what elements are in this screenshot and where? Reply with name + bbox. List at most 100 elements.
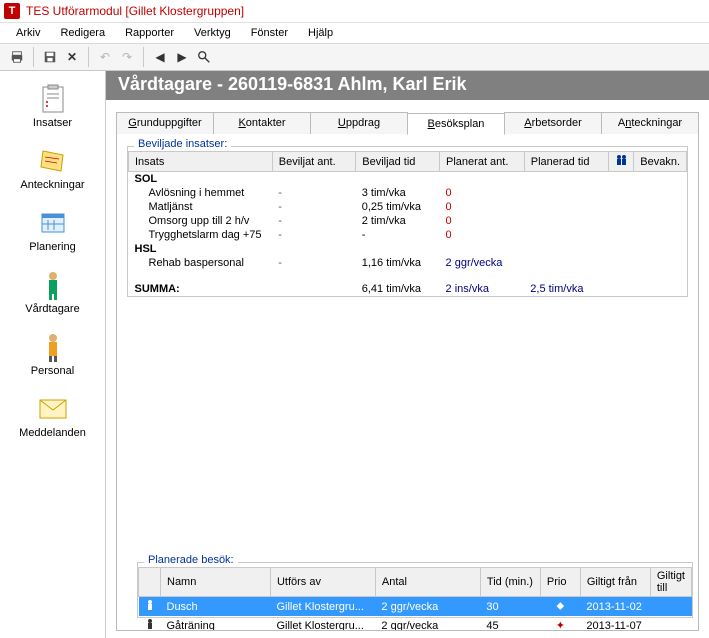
priority-icon: ⬥: [557, 600, 565, 612]
menu-verktyg[interactable]: Verktyg: [184, 25, 241, 41]
col-namn[interactable]: Namn: [161, 568, 271, 597]
cell-bev-ant: -: [272, 228, 355, 242]
person-icon: [139, 616, 161, 631]
sidebar-item-label: Anteckningar: [20, 179, 84, 191]
col-planerad-tid[interactable]: Planerad tid: [524, 152, 608, 172]
sidebar-item-vardtagare[interactable]: Vårdtagare: [0, 263, 105, 325]
window-title: TES Utförarmodul [Gillet Klostergruppen]: [26, 4, 244, 18]
sidebar-item-label: Vårdtagare: [25, 303, 79, 315]
tab-kontakter[interactable]: Kontakter: [213, 112, 311, 134]
envelope-icon: [37, 393, 69, 425]
menu-hjalp[interactable]: Hjälp: [298, 25, 343, 41]
group-header: SOL: [129, 172, 273, 187]
toolbar: ✕ ↶ ↷ ◀ ▶: [0, 43, 709, 71]
summa-plan-tid: 2,5 tim/vka: [524, 282, 608, 296]
cell-antal: 2 ggr/vecka: [375, 597, 480, 617]
print-icon[interactable]: [8, 47, 26, 67]
sidebar-item-label: Planering: [29, 241, 75, 253]
tab-uppdrag[interactable]: Uppdrag: [310, 112, 408, 134]
col-gfran[interactable]: Giltigt från: [580, 568, 650, 597]
menu-redigera[interactable]: Redigera: [50, 25, 115, 41]
sidebar-item-label: Meddelanden: [19, 427, 86, 439]
menu-fonster[interactable]: Fönster: [241, 25, 298, 41]
sidebar-item-meddelanden[interactable]: Meddelanden: [0, 387, 105, 449]
cell-bev-tid: 3 tim/vka: [356, 186, 440, 200]
menu-arkiv[interactable]: Arkiv: [6, 25, 50, 41]
tab-anteckningar[interactable]: Anteckningar: [601, 112, 699, 134]
col-antal[interactable]: Antal: [375, 568, 480, 597]
col-persons-icon[interactable]: [609, 152, 634, 172]
sidebar-item-planering[interactable]: Planering: [0, 201, 105, 263]
save-icon[interactable]: [41, 47, 59, 67]
page-title: Vårdtagare - 260119-6831 Ahlm, Karl Erik: [106, 71, 709, 100]
cell-bev-tid: 2 tim/vka: [356, 214, 440, 228]
tab-arbetsorder[interactable]: Arbetsorder: [504, 112, 602, 134]
note-icon: [37, 145, 69, 177]
cell-insats: Matljänst: [129, 200, 273, 214]
person-icon: [139, 597, 161, 617]
delete-icon[interactable]: ✕: [63, 47, 81, 67]
sidebar-item-personal[interactable]: Personal: [0, 325, 105, 387]
col-beviljat-ant[interactable]: Beviljat ant.: [272, 152, 355, 172]
cell-tid: 45: [480, 616, 540, 631]
cell-bev-ant: -: [272, 186, 355, 200]
cell-insats: Trygghetslarm dag +75: [129, 228, 273, 242]
undo-icon[interactable]: ↶: [96, 47, 114, 67]
cell-utfors: Gillet Klostergru...: [270, 616, 375, 631]
clipboard-icon: [37, 83, 69, 115]
col-utfors[interactable]: Utförs av: [270, 568, 375, 597]
cell-bev-ant: -: [272, 200, 355, 214]
planerade-legend: Planerade besök:: [144, 554, 238, 566]
cell-tid: 30: [480, 597, 540, 617]
cell-insats: Omsorg upp till 2 h/v: [129, 214, 273, 228]
planerade-besok-group: Planerade besök: Namn Utförs av Antal Ti…: [137, 562, 693, 618]
planerade-row[interactable]: GåträningGillet Klostergru...2 ggr/vecka…: [139, 616, 692, 631]
app-icon: T: [4, 3, 20, 19]
col-beviljad-tid[interactable]: Beviljad tid: [356, 152, 440, 172]
cell-giltigt-fran: 2013-11-02: [580, 597, 650, 617]
beviljade-row[interactable]: Avlösning i hemmet-3 tim/vka0: [129, 186, 687, 200]
nav-next-icon[interactable]: ▶: [173, 47, 191, 67]
redo-icon[interactable]: ↷: [118, 47, 136, 67]
tab-besoksplan[interactable]: Besöksplan: [407, 113, 505, 135]
tab-grunduppgifter[interactable]: Grunduppgifter: [116, 112, 214, 134]
sidebar: Insatser Anteckningar Planering Vårdtaga…: [0, 71, 106, 638]
cell-giltigt-till: [650, 616, 691, 631]
col-insats[interactable]: Insats: [129, 152, 273, 172]
main-area: Vårdtagare - 260119-6831 Ahlm, Karl Erik…: [106, 71, 709, 638]
cell-plan-ant: 0: [440, 228, 525, 242]
cell-bev-tid: -: [356, 228, 440, 242]
cell-plan-ant: 0: [440, 200, 525, 214]
col-gtill[interactable]: Giltigt till: [650, 568, 691, 597]
col-glyph[interactable]: [139, 568, 161, 597]
cell-insats: Avlösning i hemmet: [129, 186, 273, 200]
cell-utfors: Gillet Klostergru...: [270, 597, 375, 617]
tab-strip: Grunduppgifter Kontakter Uppdrag Besöksp…: [116, 112, 699, 134]
cell-antal: 2 ggr/vecka: [375, 616, 480, 631]
summa-bev-tid: 6,41 tim/vka: [356, 282, 440, 296]
planerade-row[interactable]: DuschGillet Klostergru...2 ggr/vecka30⬥2…: [139, 597, 692, 617]
sidebar-item-anteckningar[interactable]: Anteckningar: [0, 139, 105, 201]
col-prio[interactable]: Prio: [540, 568, 580, 597]
care-recipient-icon: [37, 269, 69, 301]
menu-rapporter[interactable]: Rapporter: [115, 25, 184, 41]
nav-prev-icon[interactable]: ◀: [151, 47, 169, 67]
beviljade-row[interactable]: Matljänst-0,25 tim/vka0: [129, 200, 687, 214]
col-planerat-ant[interactable]: Planerat ant.: [440, 152, 525, 172]
beviljade-row[interactable]: Omsorg upp till 2 h/v-2 tim/vka0: [129, 214, 687, 228]
sidebar-item-insatser[interactable]: Insatser: [0, 77, 105, 139]
beviljade-row[interactable]: Rehab baspersonal-1,16 tim/vka2 ggr/veck…: [129, 256, 687, 270]
sidebar-item-label: Insatser: [33, 117, 72, 129]
calendar-icon: [37, 207, 69, 239]
beviljade-row[interactable]: Trygghetslarm dag +75--0: [129, 228, 687, 242]
summa-label: SUMMA:: [129, 282, 273, 296]
search-icon[interactable]: [195, 47, 213, 67]
title-bar: T TES Utförarmodul [Gillet Klostergruppe…: [0, 0, 709, 23]
col-tid[interactable]: Tid (min.): [480, 568, 540, 597]
cell-bev-ant: -: [272, 256, 355, 270]
col-bevakn[interactable]: Bevakn.: [634, 152, 687, 172]
beviljade-insatser-group: Beviljade insatser: Insats Beviljat ant.…: [127, 146, 688, 297]
staff-icon: [37, 331, 69, 363]
cell-bev-tid: 0,25 tim/vka: [356, 200, 440, 214]
cell-plan-ant: 0: [440, 214, 525, 228]
